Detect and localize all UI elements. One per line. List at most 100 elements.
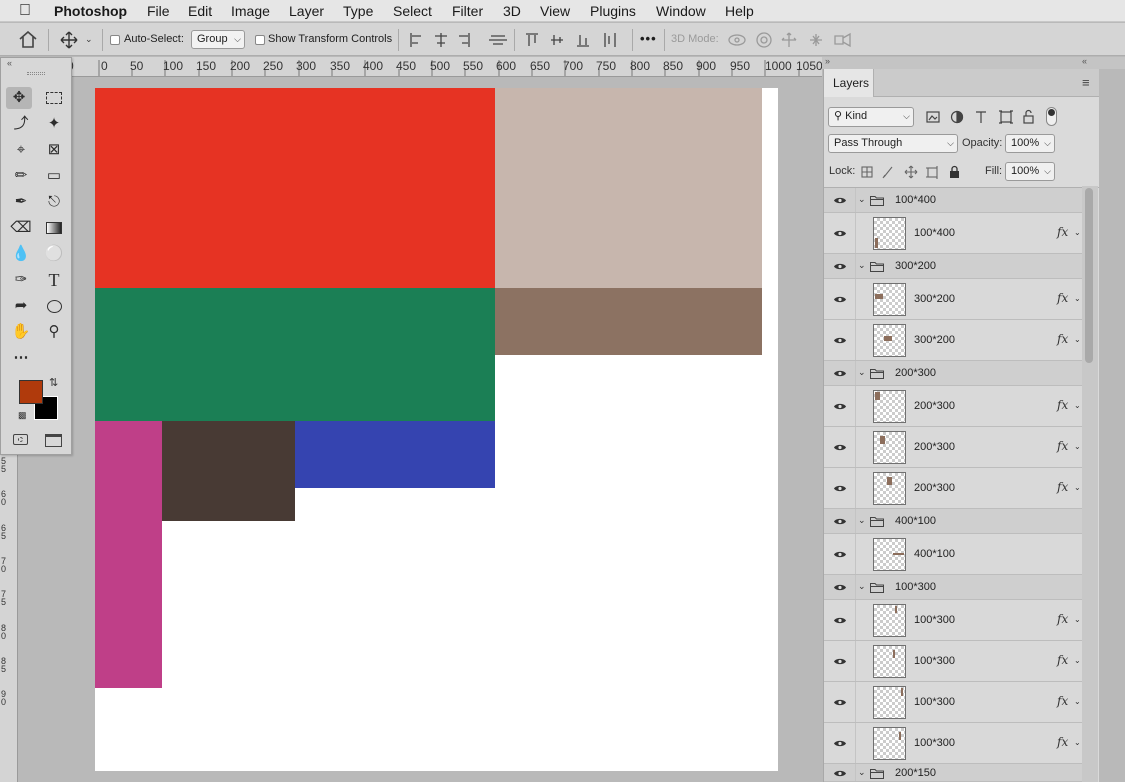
eye-icon[interactable]	[833, 196, 847, 205]
layer-name[interactable]: 300*200	[895, 260, 936, 272]
collapse-icon[interactable]: »	[825, 56, 830, 66]
menu-window[interactable]: Window	[656, 3, 706, 19]
chevron-down-icon[interactable]: ⌄	[1074, 335, 1081, 344]
crop-tool-icon[interactable]: ⌖	[8, 139, 34, 161]
rect-brown[interactable]	[495, 288, 762, 355]
layer-row[interactable]: 300*200 fx ⌄	[824, 320, 1083, 361]
tab-layers[interactable]: Layers	[824, 69, 874, 97]
layer-row[interactable]: 100*400 fx ⌄	[824, 213, 1083, 254]
eye-icon[interactable]	[833, 369, 847, 378]
fx-icon[interactable]: fx	[1057, 332, 1068, 346]
eye-icon[interactable]	[833, 657, 847, 666]
blur-tool-icon[interactable]: 💧	[8, 243, 34, 265]
rect-dark-brown[interactable]	[162, 421, 295, 521]
panel-menu-icon[interactable]: ≡	[1082, 75, 1090, 90]
healing-brush-icon[interactable]: ▭	[41, 165, 67, 187]
eye-icon[interactable]	[833, 484, 847, 493]
fx-icon[interactable]: fx	[1057, 480, 1068, 494]
layer-row[interactable]: 200*300 fx ⌄	[824, 427, 1083, 468]
filter-kind-dropdown[interactable]: ⚲ Kind ⌵	[828, 107, 914, 127]
eraser-tool-icon[interactable]: ⌫	[8, 217, 34, 239]
chevron-down-icon[interactable]: ⌄	[858, 581, 866, 592]
eye-icon[interactable]	[833, 262, 847, 271]
move-tool-icon[interactable]: ✥	[6, 87, 32, 109]
layer-name[interactable]: 100*300	[914, 737, 955, 749]
chevron-down-icon[interactable]: ⌄	[858, 515, 866, 526]
blend-mode-dropdown[interactable]: Pass Through ⌵	[828, 134, 958, 153]
show-transform-checkbox[interactable]	[255, 35, 265, 45]
fx-icon[interactable]: fx	[1057, 735, 1068, 749]
eye-icon[interactable]	[833, 616, 847, 625]
dodge-tool-icon[interactable]: ⚪	[41, 243, 67, 265]
layer-group-row[interactable]: ⌄ 300*200	[824, 254, 1083, 279]
menu-3d[interactable]: 3D	[503, 3, 521, 19]
layer-name[interactable]: 400*100	[895, 515, 936, 527]
chevron-down-icon[interactable]: ⌄	[1074, 738, 1081, 747]
fx-icon[interactable]: fx	[1057, 653, 1068, 667]
layer-name[interactable]: 300*200	[914, 334, 955, 346]
magic-wand-icon[interactable]: ✦	[41, 113, 67, 135]
fx-icon[interactable]: fx	[1057, 439, 1068, 453]
chevron-down-icon[interactable]: ⌄	[1074, 697, 1081, 706]
layer-name[interactable]: 200*300	[914, 482, 955, 494]
layer-name[interactable]: 200*300	[914, 441, 955, 453]
screen-mode-icon[interactable]	[45, 434, 62, 447]
eye-icon[interactable]	[833, 769, 847, 778]
distribute-icons[interactable]	[525, 32, 625, 48]
layer-row[interactable]: 100*300 fx ⌄	[824, 682, 1083, 723]
zoom-tool-icon[interactable]: ⚲	[41, 321, 67, 343]
panel-grip[interactable]	[27, 72, 45, 75]
move-tool-icon[interactable]	[60, 31, 78, 49]
gradient-tool-icon[interactable]	[41, 217, 67, 239]
layer-name[interactable]: 200*150	[895, 767, 936, 779]
chevron-down-icon[interactable]: ⌄	[858, 194, 866, 205]
rect-red[interactable]	[95, 88, 495, 288]
eye-icon[interactable]	[833, 583, 847, 592]
more-options-icon[interactable]: •••	[640, 31, 657, 46]
layer-group-row[interactable]: ⌄ 200*150	[824, 764, 1083, 782]
fill-input[interactable]: 100% ⌵	[1005, 162, 1055, 181]
eye-icon[interactable]	[833, 295, 847, 304]
layer-name[interactable]: 300*200	[914, 293, 955, 305]
menu-plugins[interactable]: Plugins	[590, 3, 636, 19]
home-icon[interactable]	[19, 31, 37, 48]
eye-icon[interactable]	[833, 402, 847, 411]
filter-toggle[interactable]	[1046, 107, 1057, 126]
rect-beige[interactable]	[495, 88, 762, 288]
fx-icon[interactable]: fx	[1057, 398, 1068, 412]
menu-view[interactable]: View	[540, 3, 570, 19]
layer-row[interactable]: 200*300 fx ⌄	[824, 386, 1083, 427]
layers-scrollbar[interactable]	[1082, 186, 1098, 782]
chevron-down-icon[interactable]: ⌄	[1074, 294, 1081, 303]
path-select-icon[interactable]: ➦	[8, 295, 34, 317]
eye-icon[interactable]	[833, 336, 847, 345]
quick-mask-icon[interactable]	[13, 434, 28, 445]
3d-mode-icons[interactable]	[727, 31, 857, 49]
menu-help[interactable]: Help	[725, 3, 754, 19]
layer-group-row[interactable]: ⌄ 400*100	[824, 509, 1083, 534]
fx-icon[interactable]: fx	[1057, 291, 1068, 305]
layer-name[interactable]: 100*400	[914, 227, 955, 239]
eye-icon[interactable]	[833, 517, 847, 526]
layer-name[interactable]: 100*300	[914, 696, 955, 708]
pen-tool-icon[interactable]: ✑	[8, 269, 34, 291]
menu-layer[interactable]: Layer	[289, 3, 324, 19]
menu-file[interactable]: File	[147, 3, 170, 19]
frame-tool-icon[interactable]: ⊠	[41, 139, 67, 161]
chevron-down-icon[interactable]: ⌄	[85, 35, 93, 44]
eye-icon[interactable]	[833, 229, 847, 238]
ellipse-tool-icon[interactable]	[41, 295, 67, 317]
eye-icon[interactable]	[833, 443, 847, 452]
auto-select-checkbox[interactable]	[110, 35, 120, 45]
apple-icon[interactable]: 	[19, 2, 31, 20]
layer-name[interactable]: 100*300	[895, 581, 936, 593]
menu-type[interactable]: Type	[343, 3, 373, 19]
eye-icon[interactable]	[833, 550, 847, 559]
eyedropper-icon[interactable]: ✏	[8, 165, 34, 187]
layer-row[interactable]: 100*300 fx ⌄	[824, 600, 1083, 641]
more-tools-icon[interactable]: ⋯	[8, 347, 34, 369]
collapse-icon[interactable]: «	[7, 58, 12, 68]
menu-image[interactable]: Image	[231, 3, 270, 19]
layer-row[interactable]: 300*200 fx ⌄	[824, 279, 1083, 320]
eye-icon[interactable]	[833, 698, 847, 707]
